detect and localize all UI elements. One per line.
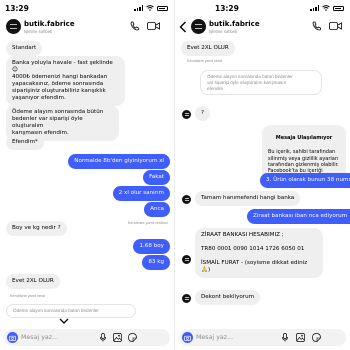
reply-note: Kendinize yanıt verdiniz	[127, 221, 168, 225]
phone-icon[interactable]	[130, 21, 139, 31]
message-outgoing: Fakat	[143, 170, 170, 185]
quoted-message[interactable]: Ödeme alayım sonrasında bütün bedenler v…	[200, 70, 322, 96]
chat-header: butik.fabrice İşletme sohbeti	[175, 16, 350, 38]
message-outgoing: Normalde 8b'den giyiniyorum xl	[68, 154, 170, 169]
contact-subtitle: İşletme sohbeti	[24, 29, 53, 34]
unavailable-title: Mesaja Ulaşılamıyor	[275, 135, 333, 142]
status-icons	[310, 5, 344, 11]
wifi-icon	[146, 5, 154, 11]
message-outgoing: 3. Ürün olarak bunun 38 numarası	[260, 173, 350, 188]
message-incoming: Boy ve kg nedir ?	[6, 221, 67, 236]
microphone-icon[interactable]	[282, 333, 288, 342]
avatar	[182, 255, 191, 264]
contact-name[interactable]: butik.fabrice	[24, 20, 75, 28]
signal-icon	[134, 5, 143, 11]
battery-icon	[333, 5, 344, 11]
chevron-down-icon[interactable]	[59, 318, 69, 324]
avatar	[182, 110, 191, 119]
message-composer[interactable]: Mesaj yaz...	[4, 329, 170, 346]
sticker-icon[interactable]	[128, 333, 137, 342]
phone-icon[interactable]	[312, 21, 321, 31]
status-time: 13:29	[5, 4, 29, 13]
message-outgoing: Ziraat bankası iban nca ediyorum	[247, 209, 350, 224]
gallery-icon[interactable]	[296, 333, 305, 342]
chat-header: butik.fabrice İşletme sohbeti	[0, 16, 174, 38]
chat-screen-right: 13:29 butik.fabrice İşletme sohbeti Evet…	[175, 0, 350, 350]
sticker-icon[interactable]	[312, 333, 321, 342]
message-incoming: Efendim*	[6, 135, 44, 150]
back-arrow-icon[interactable]	[178, 20, 188, 34]
message-incoming: Dekont bekliyorum	[195, 290, 261, 305]
video-icon[interactable]	[329, 21, 342, 31]
chat-screen-left: 13:29 butik.fabrice İşletme sohbeti Stan…	[0, 0, 175, 350]
gallery-icon[interactable]	[113, 333, 122, 342]
message-outgoing: 2 xl olur sanırım	[112, 186, 170, 201]
camera-button[interactable]	[182, 332, 193, 343]
message-incoming: Evet 2XL OLUR	[181, 41, 235, 56]
quoted-message[interactable]: Ödeme alayım sonrasında bütün bedenler	[6, 304, 136, 318]
camera-icon	[9, 335, 16, 341]
message-outgoing: 1.68 boy	[133, 239, 170, 254]
message-list[interactable]: Evet 2XL OLUR Kendisine yanıt verdi Ödem…	[175, 39, 350, 326]
message-incoming: Evet 2XL OLUR	[6, 274, 60, 289]
message-outgoing: Anca	[144, 202, 170, 217]
contact-subtitle: İşletme sohbeti	[209, 29, 238, 34]
message-outgoing: 83 kg	[142, 255, 170, 270]
message-incoming: ZİRAAT BANKASI HESABIMIZ ; TR80 0001 009…	[195, 228, 323, 278]
status-time: 13:29	[215, 4, 239, 13]
reply-note: Kendisine yanıt verdi	[187, 59, 223, 63]
video-icon[interactable]	[147, 21, 160, 31]
message-incoming: ?	[195, 106, 210, 121]
avatar[interactable]	[191, 19, 206, 34]
message-incoming: Banka yoluyla havale - fast şeklinde 😊 4…	[6, 56, 125, 106]
avatar	[182, 195, 191, 204]
reply-note: Kendisine yanıt verdi	[10, 294, 46, 298]
message-input[interactable]: Mesaj yaz...	[21, 334, 58, 341]
message-incoming: Tamam hanımefendi hangi banka	[195, 191, 301, 206]
message-input[interactable]: Mesaj yaz...	[196, 334, 233, 341]
message-composer[interactable]: Mesaj yaz...	[179, 329, 346, 346]
avatar[interactable]	[6, 19, 21, 34]
signal-icon	[310, 5, 319, 11]
status-icons	[134, 5, 168, 11]
microphone-icon[interactable]	[100, 333, 106, 342]
message-incoming: Standart	[6, 41, 43, 56]
status-bar: 13:29	[0, 4, 174, 14]
avatar	[182, 294, 191, 303]
battery-icon	[157, 5, 168, 11]
message-list[interactable]: Standart Banka yoluyla havale - fast şek…	[0, 39, 174, 326]
camera-button[interactable]	[7, 332, 18, 343]
wifi-icon	[322, 5, 330, 11]
camera-icon	[184, 335, 191, 341]
contact-name[interactable]: butik.fabrice	[209, 20, 260, 28]
status-bar: 13:29	[175, 4, 350, 14]
